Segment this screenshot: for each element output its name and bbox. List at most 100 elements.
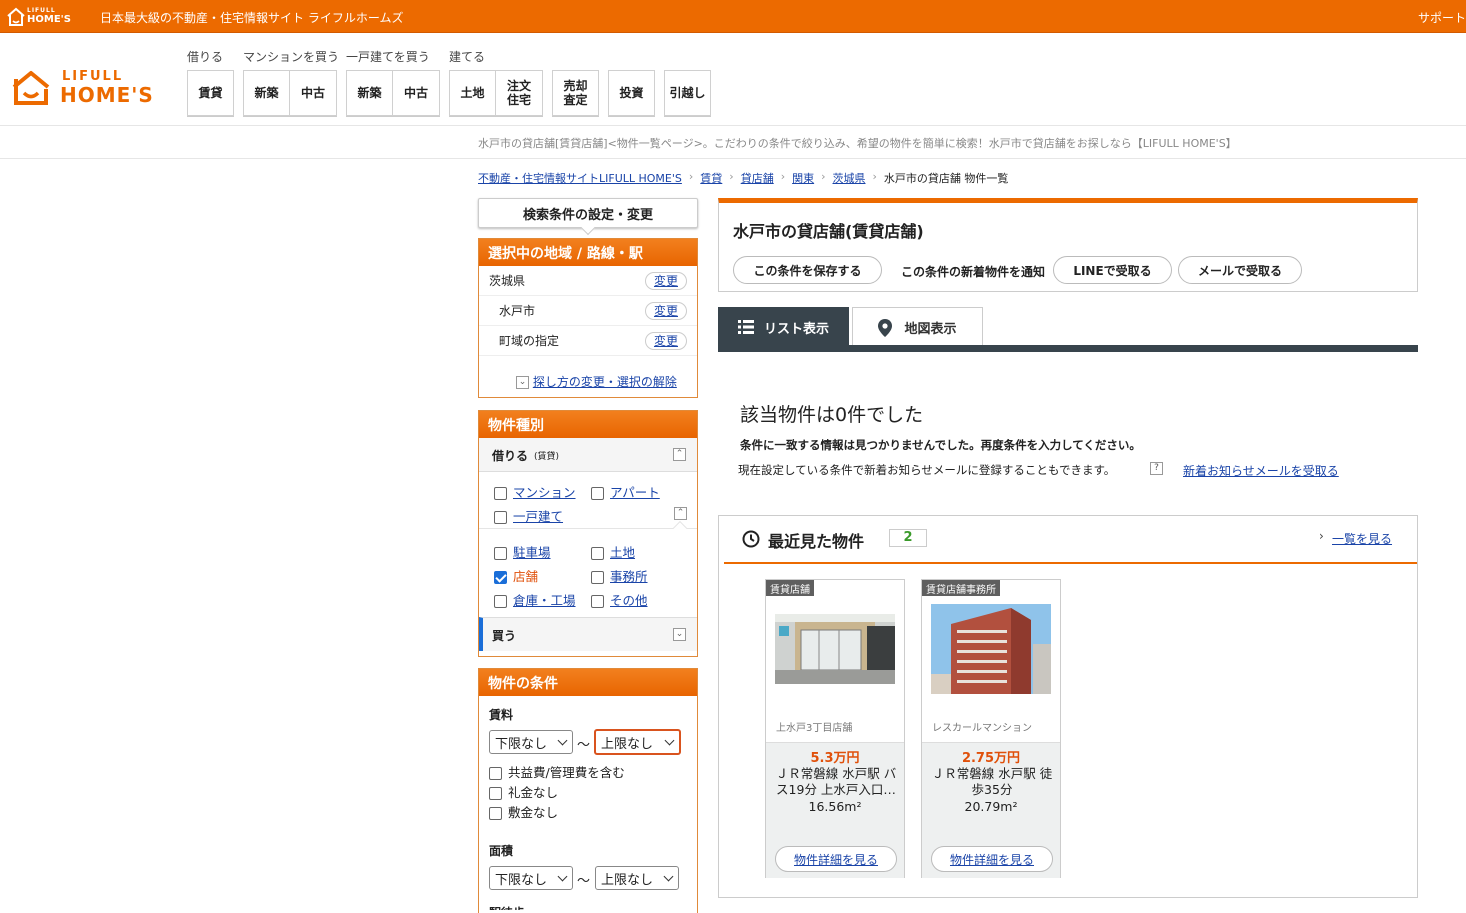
- nav-button-used-house[interactable]: 中古: [393, 70, 440, 116]
- top-logo[interactable]: LIFULL HOME'S: [6, 6, 78, 28]
- nav-button-used-mansion[interactable]: 中古: [290, 70, 337, 116]
- walk-label: 駅徒歩: [489, 904, 525, 910]
- nav-button-invest[interactable]: 投資: [608, 70, 655, 116]
- area-row-label: 水戸市: [499, 304, 536, 318]
- property-card[interactable]: 賃貸店舗 上水戸3丁目店舗 5.3万円 ＪＲ常磐線 水戸駅 バス19分 上水戸入…: [765, 579, 905, 878]
- chevron-up-icon[interactable]: ⌃: [674, 507, 687, 520]
- support-link[interactable]: サポート: [1418, 9, 1466, 26]
- option-label[interactable]: 敷金なし: [508, 805, 558, 820]
- property-photo[interactable]: [775, 614, 895, 684]
- type-office-link[interactable]: 事務所: [610, 569, 648, 584]
- change-button[interactable]: 変更: [645, 271, 687, 290]
- type-row: 事務所: [591, 566, 648, 585]
- nav-button-new-house[interactable]: 新築: [346, 70, 393, 116]
- breadcrumb-link[interactable]: 賃貸: [700, 170, 722, 186]
- chevron-down-icon[interactable]: ⌄: [673, 628, 686, 641]
- nav-button-moving[interactable]: 引越し: [664, 70, 711, 116]
- list-icon: [737, 320, 754, 334]
- save-condition-button[interactable]: この条件を保存する: [733, 256, 882, 284]
- area-row-label: 町域の指定: [499, 334, 560, 348]
- breadcrumb-current: 水戸市の貸店舗 物件一覧: [883, 172, 1009, 185]
- notify-label: この条件の新着物件を通知: [901, 265, 1046, 279]
- type-apartment-link[interactable]: アパート: [610, 485, 660, 500]
- type-row: 店舗: [494, 566, 538, 585]
- type-land-link[interactable]: 土地: [610, 545, 635, 560]
- tab-map-view[interactable]: 地図表示: [852, 307, 983, 347]
- type-parking-link[interactable]: 駐車場: [513, 545, 551, 560]
- property-photo[interactable]: [931, 604, 1051, 694]
- divider: [0, 158, 1466, 159]
- help-icon[interactable]: ?: [1150, 462, 1163, 475]
- checkbox[interactable]: [591, 547, 604, 560]
- recently-viewed-panel: 最近見た物件 2 › 一覧を見る 賃貸店舗 上水戸3丁目店舗 5.3万円 ＪＲ常…: [718, 515, 1418, 898]
- checkbox[interactable]: [489, 807, 502, 820]
- area-max-select[interactable]: 上限なし: [595, 866, 679, 890]
- rent-min-select[interactable]: 下限なし: [489, 730, 573, 754]
- tab-map-label: 地図表示: [904, 322, 957, 337]
- mail-receive-button[interactable]: メールで受取る: [1178, 256, 1302, 284]
- nav-button-custom-house[interactable]: 注文 住宅: [496, 70, 543, 116]
- chevron-down-icon: [557, 871, 568, 881]
- property-type-panel: 物件種別 借りる (賃貸) ⌃ マンション アパート 一戸建て ⌃ 駐車場 土地…: [478, 410, 698, 657]
- new-notification-link[interactable]: 新着お知らせメールを受取る: [1183, 462, 1339, 479]
- access: ＪＲ常磐線 水戸駅 徒歩35分: [931, 766, 1053, 797]
- building-name: レスカールマンション: [932, 723, 1032, 734]
- search-method-change-link[interactable]: 探し方の変更・選択の解除: [533, 375, 677, 389]
- area-row: 茨城県 変更: [479, 266, 697, 296]
- rent-max-select[interactable]: 上限なし: [594, 729, 681, 755]
- main-logo[interactable]: LIFULL HOME'S: [10, 69, 175, 109]
- breadcrumb-link[interactable]: 不動産・住宅情報サイトLIFULL HOME'S: [478, 170, 682, 186]
- type-row: アパート: [591, 482, 660, 501]
- nav-button-sell-appraisal[interactable]: 売却 査定: [552, 70, 599, 116]
- tab-list-view[interactable]: リスト表示: [718, 307, 849, 347]
- type-other-link[interactable]: その他: [610, 593, 648, 608]
- type-warehouse-link[interactable]: 倉庫・工場: [513, 593, 576, 608]
- checkbox-checked[interactable]: [494, 571, 507, 584]
- checkbox[interactable]: [591, 487, 604, 500]
- nav-group-buy-mansion: マンションを買う 新築 中古: [243, 48, 339, 116]
- search-settings-button[interactable]: 検索条件の設定・変更: [478, 198, 698, 236]
- property-conditions-panel: 物件の条件 賃料 下限なし 〜 上限なし 共益費/管理費を含む 礼金なし 敷金な…: [478, 668, 698, 913]
- nav-group-label: 借りる: [187, 50, 224, 64]
- checkbox[interactable]: [494, 547, 507, 560]
- see-all-link[interactable]: 一覧を見る: [1332, 530, 1392, 547]
- change-button[interactable]: 変更: [645, 301, 687, 320]
- rent-section-header[interactable]: 借りる (賃貸) ⌃: [479, 438, 697, 472]
- breadcrumb-link[interactable]: 貸店舗: [741, 170, 774, 186]
- range-tilde: 〜: [577, 738, 591, 753]
- breadcrumb-separator-icon: ›: [729, 170, 734, 183]
- type-shop-label[interactable]: 店舗: [513, 569, 538, 584]
- area-min-select[interactable]: 下限なし: [489, 866, 573, 890]
- area-min-value: 下限なし: [495, 872, 548, 888]
- property-detail-button[interactable]: 物件詳細を見る: [931, 846, 1053, 872]
- checkbox[interactable]: [591, 571, 604, 584]
- line-receive-button[interactable]: LINEで受取る: [1053, 256, 1172, 284]
- checkbox[interactable]: [591, 595, 604, 608]
- buy-section-header[interactable]: 買う ⌄: [479, 617, 697, 651]
- option-label[interactable]: 礼金なし: [508, 785, 558, 800]
- left-sidebar: 検索条件の設定・変更 選択中の地域 / 路線・駅 茨城県 変更 水戸市 変更 町…: [478, 198, 698, 913]
- property-card[interactable]: 賃貸店舗事務所 レスカールマンション 2.75万円 ＪＲ常磐線 水戸駅 徒歩35…: [921, 579, 1061, 878]
- property-detail-button[interactable]: 物件詳細を見る: [775, 846, 897, 872]
- nav-button-land[interactable]: 土地: [449, 70, 496, 116]
- type-mansion-link[interactable]: マンション: [513, 485, 576, 500]
- breadcrumb-link[interactable]: 茨城県: [833, 170, 866, 186]
- breadcrumb-link[interactable]: 関東: [792, 170, 814, 186]
- checkbox[interactable]: [489, 787, 502, 800]
- page-description: 水戸市の貸店舗[賃貸店舗]<物件一覧ページ>。こだわりの条件で絞り込み、希望の物…: [478, 137, 1237, 150]
- nav-button-new-mansion[interactable]: 新築: [243, 70, 290, 116]
- price: 2.75万円: [961, 751, 1021, 766]
- empty-line1: 条件に一致する情報は見つかりませんでした。再度条件を入力してください。: [740, 438, 1141, 452]
- breadcrumb-separator-icon: ›: [688, 170, 694, 183]
- breadcrumb-separator-icon: ›: [872, 170, 877, 183]
- rent-section-label: 借りる: [492, 449, 529, 463]
- chevron-up-icon[interactable]: ⌃: [673, 448, 686, 461]
- checkbox[interactable]: [494, 487, 507, 500]
- checkbox[interactable]: [494, 511, 507, 524]
- type-house-link[interactable]: 一戸建て: [513, 509, 563, 524]
- change-button[interactable]: 変更: [645, 331, 687, 350]
- checkbox[interactable]: [494, 595, 507, 608]
- nav-button-rent[interactable]: 賃貸: [187, 70, 234, 116]
- checkbox[interactable]: [489, 767, 502, 780]
- option-label[interactable]: 共益費/管理費を含む: [508, 765, 625, 780]
